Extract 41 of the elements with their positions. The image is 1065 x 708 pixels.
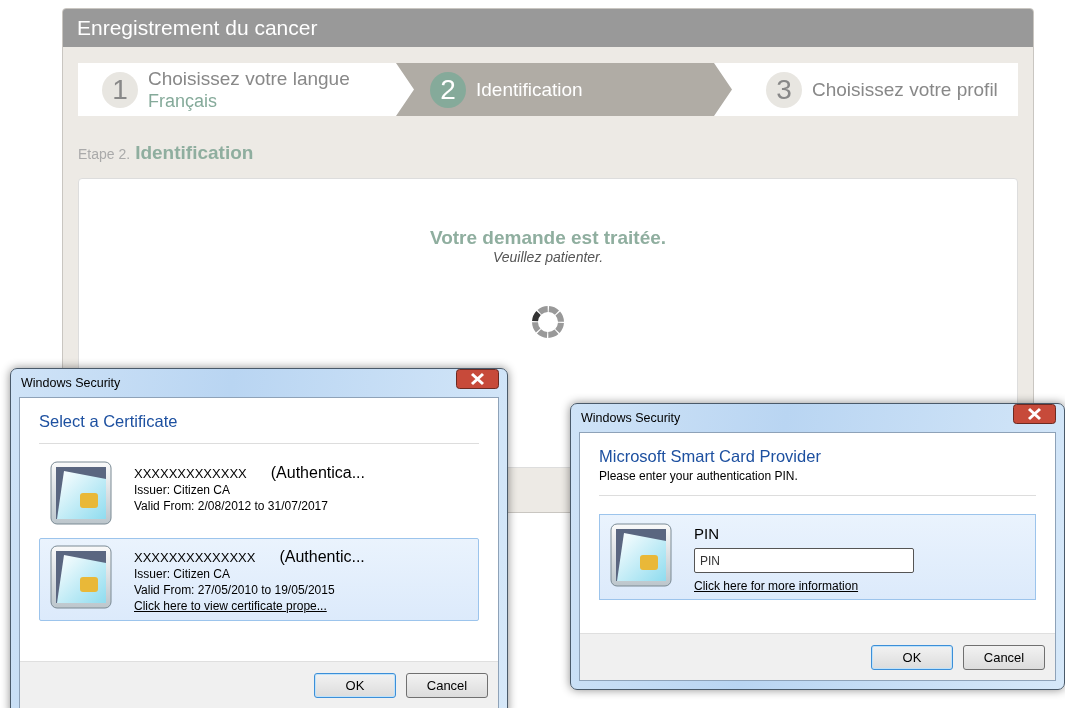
panel-title: Enregistrement du cancer: [63, 9, 1033, 47]
certificate-properties-link[interactable]: Click here to view certificate prope...: [134, 598, 365, 614]
default-button[interactable]: OK: [871, 644, 953, 670]
certificate-name: XXXXXXXXXXXXX: [134, 466, 247, 482]
certificate-purpose: (Authentic...: [279, 549, 365, 565]
step-number: 2: [430, 71, 466, 108]
smart-card-icon: [50, 461, 112, 527]
certificate-item[interactable]: XXXXXXXXXXXXXX (Authentic... Issuer: Citizen CA Valid From: 27/05/2010 to 19/05/2015 Click here to view certificate prope...: [39, 538, 479, 621]
step-title: Identification: [135, 142, 254, 164]
dialog-heading: Select a Certificate: [39, 412, 179, 431]
dialog-title: Windows Security: [580, 411, 681, 425]
certificate-item[interactable]: XXXXXXXXXXXXX (Authentica... Issuer: Citizen CA Valid From: 2/08/2012 to 31/07/2017: [39, 454, 479, 534]
dialog-button[interactable]: Cancel: [963, 644, 1045, 670]
step-number: 3: [766, 71, 802, 108]
step-label: Choisissez votre langue: [148, 67, 350, 90]
close-icon[interactable]: [456, 369, 499, 389]
status-subtitle: Veuillez patienter.: [492, 249, 604, 265]
default-button[interactable]: OK: [314, 672, 396, 698]
smart-card-icon: [610, 523, 672, 589]
certificate-validity: Valid From: 27/05/2010 to 19/05/2015: [134, 582, 336, 598]
certificate-purpose: (Authentica...: [270, 465, 365, 481]
close-icon[interactable]: [1013, 404, 1056, 424]
step-value: Français: [148, 89, 219, 112]
dialog-instruction: Please enter your authentication PIN.: [599, 469, 799, 483]
certificate-validity: Valid From: 2/08/2012 to 31/07/2017: [134, 498, 329, 514]
pin-label: PIN: [694, 525, 720, 542]
smart-card-icon: [50, 545, 112, 611]
dialog-button[interactable]: Cancel: [406, 672, 488, 698]
certificate-name: XXXXXXXXXXXXXX: [134, 550, 256, 566]
step-number: 1: [102, 71, 138, 108]
dialog-heading: Microsoft Smart Card Provider: [599, 447, 822, 466]
more-info-link[interactable]: Click here for more information: [694, 579, 914, 593]
status-title: Votre demande est traitée.: [429, 227, 667, 249]
step-label: Choisissez votre profil: [812, 78, 998, 101]
pin-field[interactable]: PIN: [694, 548, 914, 573]
certificate-issuer: Issuer: Citizen CA: [134, 566, 232, 582]
step-prefix: Etape 2.: [78, 146, 131, 162]
dialog-title: Windows Security: [20, 376, 121, 390]
certificate-issuer: Issuer: Citizen CA: [134, 482, 232, 498]
step-label: Identification: [476, 78, 583, 101]
spinner-icon: [531, 305, 565, 339]
